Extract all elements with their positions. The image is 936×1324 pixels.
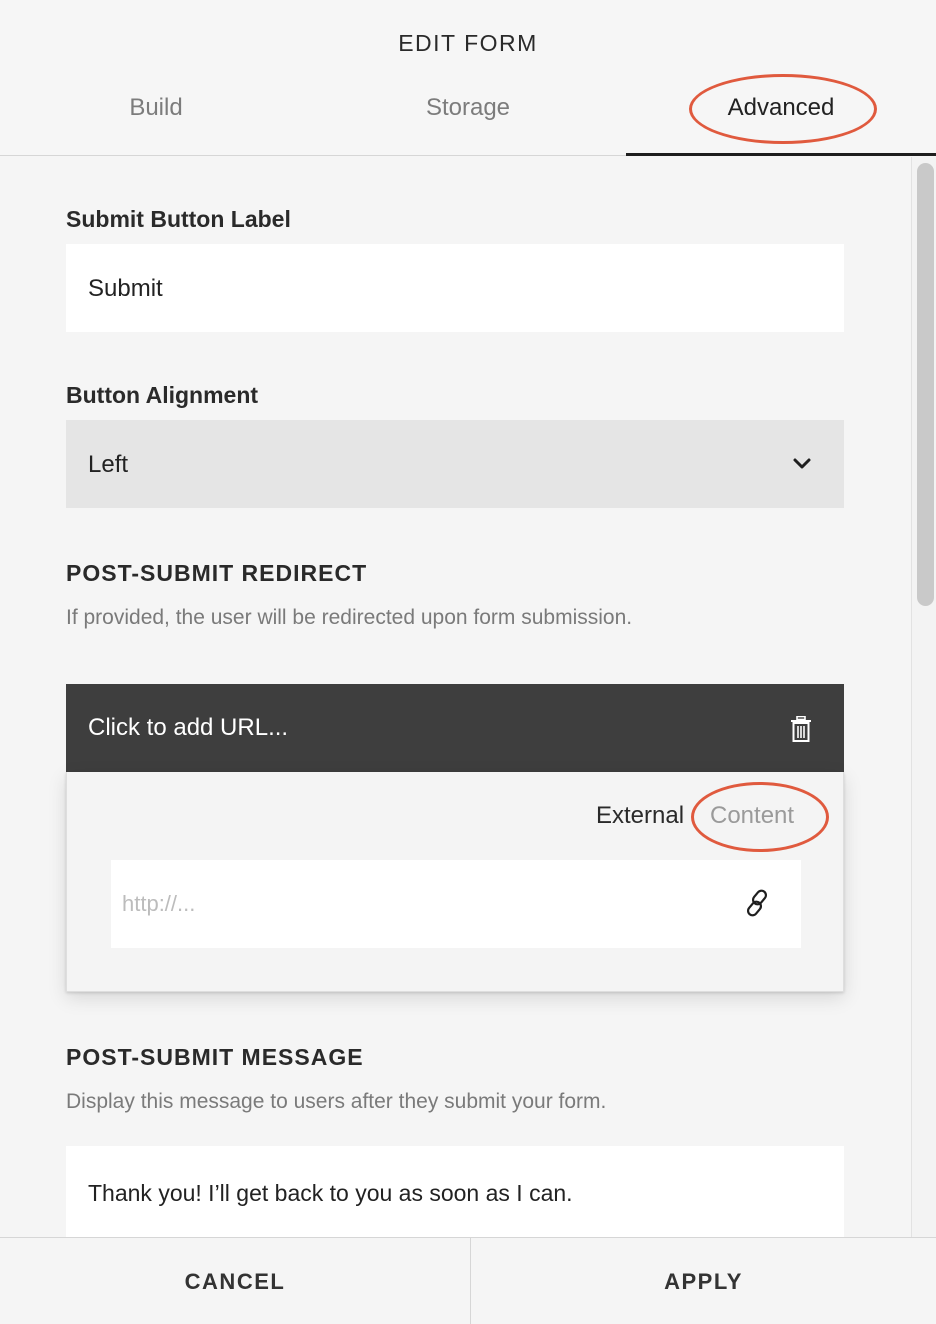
submit-button-label-heading: Submit Button Label <box>66 206 291 232</box>
cancel-button[interactable]: CANCEL <box>0 1238 470 1324</box>
link-icon[interactable] <box>742 888 772 918</box>
edit-form-panel: EDIT FORM Build Storage Advanced Submit … <box>0 0 936 1324</box>
tab-build[interactable]: Build <box>0 94 312 122</box>
chevron-down-icon <box>793 458 811 469</box>
post-submit-message-value: Thank you! I’ll get back to you as soon … <box>88 1180 573 1206</box>
button-alignment-value: Left <box>88 451 129 478</box>
url-input[interactable] <box>111 860 801 948</box>
toggle-external[interactable]: External <box>596 802 684 830</box>
tab-advanced[interactable]: Advanced <box>626 94 936 122</box>
add-url-label: Click to add URL... <box>88 714 289 741</box>
post-submit-message-input[interactable]: Thank you! I’ll get back to you as soon … <box>66 1146 844 1238</box>
button-alignment-select[interactable]: Left <box>66 420 844 508</box>
button-alignment-heading: Button Alignment <box>66 382 259 408</box>
trash-icon[interactable] <box>790 716 812 742</box>
add-url-bar[interactable]: Click to add URL... <box>66 684 844 772</box>
redirect-description: If provided, the user will be redirected… <box>66 606 633 629</box>
submit-button-label-input[interactable]: Submit <box>66 244 844 332</box>
url-popover: External Content <box>66 772 844 992</box>
message-description: Display this message to users after they… <box>66 1090 607 1113</box>
apply-button[interactable]: APPLY <box>471 1238 936 1324</box>
submit-button-label-value: Submit <box>88 275 163 302</box>
message-heading: POST-SUBMIT MESSAGE <box>66 1044 364 1070</box>
scrollbar-thumb[interactable] <box>917 163 934 606</box>
panel-footer: CANCEL APPLY <box>0 1237 936 1324</box>
active-tab-indicator <box>626 153 936 156</box>
redirect-heading: POST-SUBMIT REDIRECT <box>66 560 368 586</box>
panel-header: EDIT FORM Build Storage Advanced <box>0 0 936 156</box>
toggle-content[interactable]: Content <box>710 802 794 830</box>
panel-title: EDIT FORM <box>398 30 538 56</box>
tab-storage[interactable]: Storage <box>312 94 624 122</box>
